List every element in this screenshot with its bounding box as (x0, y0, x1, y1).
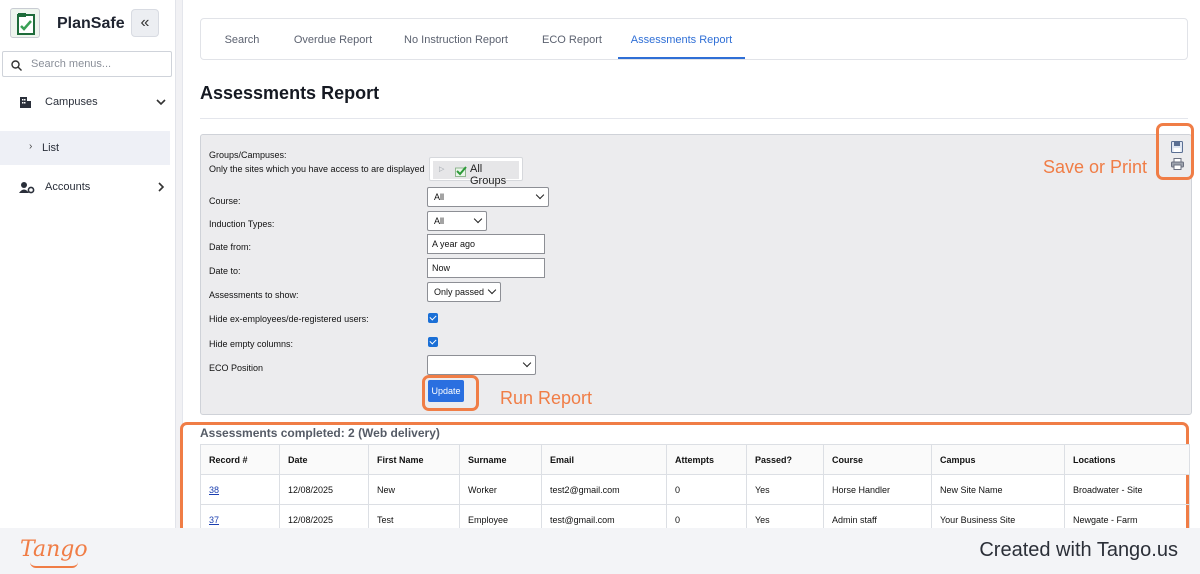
eco-position-select[interactable] (427, 355, 536, 375)
table-header-row: Record # Date First Name Surname Email A… (200, 444, 1190, 475)
tab-assessments-report[interactable]: Assessments Report (618, 19, 745, 59)
menu-search[interactable] (2, 51, 172, 77)
search-icon (11, 58, 22, 76)
divider (200, 118, 1188, 119)
date-to-label: Date to: (209, 266, 241, 276)
sidebar-item-accounts[interactable]: Accounts (0, 173, 176, 203)
sidebar-item-label: Accounts (45, 181, 91, 193)
first-name-cell: New (368, 474, 460, 505)
email-cell: test2@gmail.com (541, 474, 667, 505)
date-to-input[interactable]: Now (427, 258, 545, 278)
chevron-down-icon (473, 214, 483, 224)
hide-ex-employees-label: Hide ex-employees/de-registered users: (209, 314, 369, 324)
column-header[interactable]: Date (279, 444, 369, 475)
passed-cell: Yes (746, 474, 824, 505)
course-label: Course: (209, 196, 241, 206)
column-header[interactable]: Campus (931, 444, 1065, 475)
assessments-selected-value: Only passed (434, 287, 485, 297)
sidebar-item-label: Campuses (45, 96, 98, 108)
record-link[interactable]: 37 (209, 515, 219, 525)
chevron-down-icon (487, 285, 497, 295)
tango-logo-swoosh (30, 562, 78, 568)
results-title: Assessments completed: 2 (Web delivery) (200, 426, 440, 440)
tab-eco-report[interactable]: ECO Report (529, 19, 615, 59)
chevron-right-small-icon: › (29, 141, 33, 152)
hide-empty-columns-label: Hide empty columns: (209, 339, 294, 349)
hide-ex-employees-checkbox[interactable] (428, 313, 438, 323)
tab-overdue-report[interactable]: Overdue Report (283, 19, 383, 59)
sidebar-item-campuses[interactable]: Campuses (0, 88, 176, 118)
save-print-highlight (1156, 123, 1194, 180)
campus-cell: New Site Name (931, 474, 1065, 505)
save-or-print-annotation: Save or Print (1043, 157, 1148, 177)
induction-selected-value: All (434, 216, 445, 226)
groups-label: Groups/Campuses: (209, 150, 287, 160)
tab-search[interactable]: Search (211, 19, 273, 59)
sidebar-item-list[interactable]: › List (0, 131, 170, 165)
expand-triangle-icon[interactable]: ▷ (439, 165, 444, 173)
main-content: Search Overdue Report No Instruction Rep… (180, 0, 1200, 535)
run-report-annotation: Run Report (500, 388, 593, 408)
group-tree-node: ▷ All Groups (433, 161, 519, 187)
record-link[interactable]: 38 (209, 485, 219, 495)
record-cell: 38 (200, 474, 280, 505)
course-cell: Horse Handler (823, 474, 932, 505)
app-name: PlanSafe (57, 15, 125, 32)
building-icon (19, 96, 32, 114)
double-chevron-left-icon: « (140, 14, 150, 31)
green-check-icon (455, 164, 467, 182)
collapse-sidebar-button[interactable]: « (131, 9, 159, 37)
column-header[interactable]: Record # (200, 444, 280, 475)
sidebar-subitem-label: List (42, 142, 60, 154)
all-groups-selector[interactable]: ▷ All Groups (429, 157, 523, 187)
results-table: Record # Date First Name Surname Email A… (200, 444, 1190, 535)
date-cell: 12/08/2025 (279, 474, 369, 505)
tango-footer: Tango Created with Tango.us (0, 528, 1200, 574)
chevron-down-icon (156, 96, 166, 110)
date-from-input[interactable]: A year ago (427, 234, 545, 254)
course-select[interactable]: All (427, 187, 549, 207)
all-groups-label: All Groups (470, 163, 507, 187)
users-gear-icon (19, 181, 35, 199)
eco-position-label: ECO Position (209, 363, 264, 373)
chevron-right-icon (156, 181, 166, 195)
table-row: 38 12/08/2025 New Worker test2@gmail.com… (200, 474, 1190, 505)
page-title: Assessments Report (200, 83, 380, 103)
date-from-label: Date from: (209, 242, 252, 252)
induction-types-select[interactable]: All (427, 211, 487, 231)
attempts-cell: 0 (666, 474, 747, 505)
tango-logo: Tango (20, 537, 88, 562)
assessments-to-show-label: Assessments to show: (209, 290, 299, 300)
hide-empty-columns-checkbox[interactable] (428, 337, 438, 347)
plansafe-logo-icon[interactable] (10, 8, 40, 38)
chevron-down-icon (535, 190, 545, 200)
brand: PlanSafe « (10, 8, 176, 42)
course-selected-value: All (434, 192, 445, 202)
column-header[interactable]: Passed? (746, 444, 824, 475)
induction-types-label: Induction Types: (209, 219, 275, 229)
locations-cell: Broadwater - Site (1064, 474, 1190, 505)
search-menus-input[interactable] (31, 55, 167, 73)
assessments-to-show-select[interactable]: Only passed (427, 282, 501, 302)
created-with-tango-text: Created with Tango.us (979, 539, 1178, 561)
column-header[interactable]: Course (823, 444, 932, 475)
column-header[interactable]: Locations (1064, 444, 1190, 475)
sidebar: PlanSafe « Campuses › List Accounts (0, 0, 176, 528)
groups-help-text: Only the sites which you have access to … (209, 164, 425, 174)
tab-no-instruction-report[interactable]: No Instruction Report (393, 19, 519, 59)
column-header[interactable]: Email (541, 444, 667, 475)
chevron-down-icon (522, 358, 532, 368)
column-header[interactable]: Surname (459, 444, 542, 475)
report-tabs: Search Overdue Report No Instruction Rep… (200, 18, 1188, 60)
column-header[interactable]: Attempts (666, 444, 747, 475)
column-header[interactable]: First Name (368, 444, 460, 475)
surname-cell: Worker (459, 474, 542, 505)
update-highlight (422, 375, 479, 411)
